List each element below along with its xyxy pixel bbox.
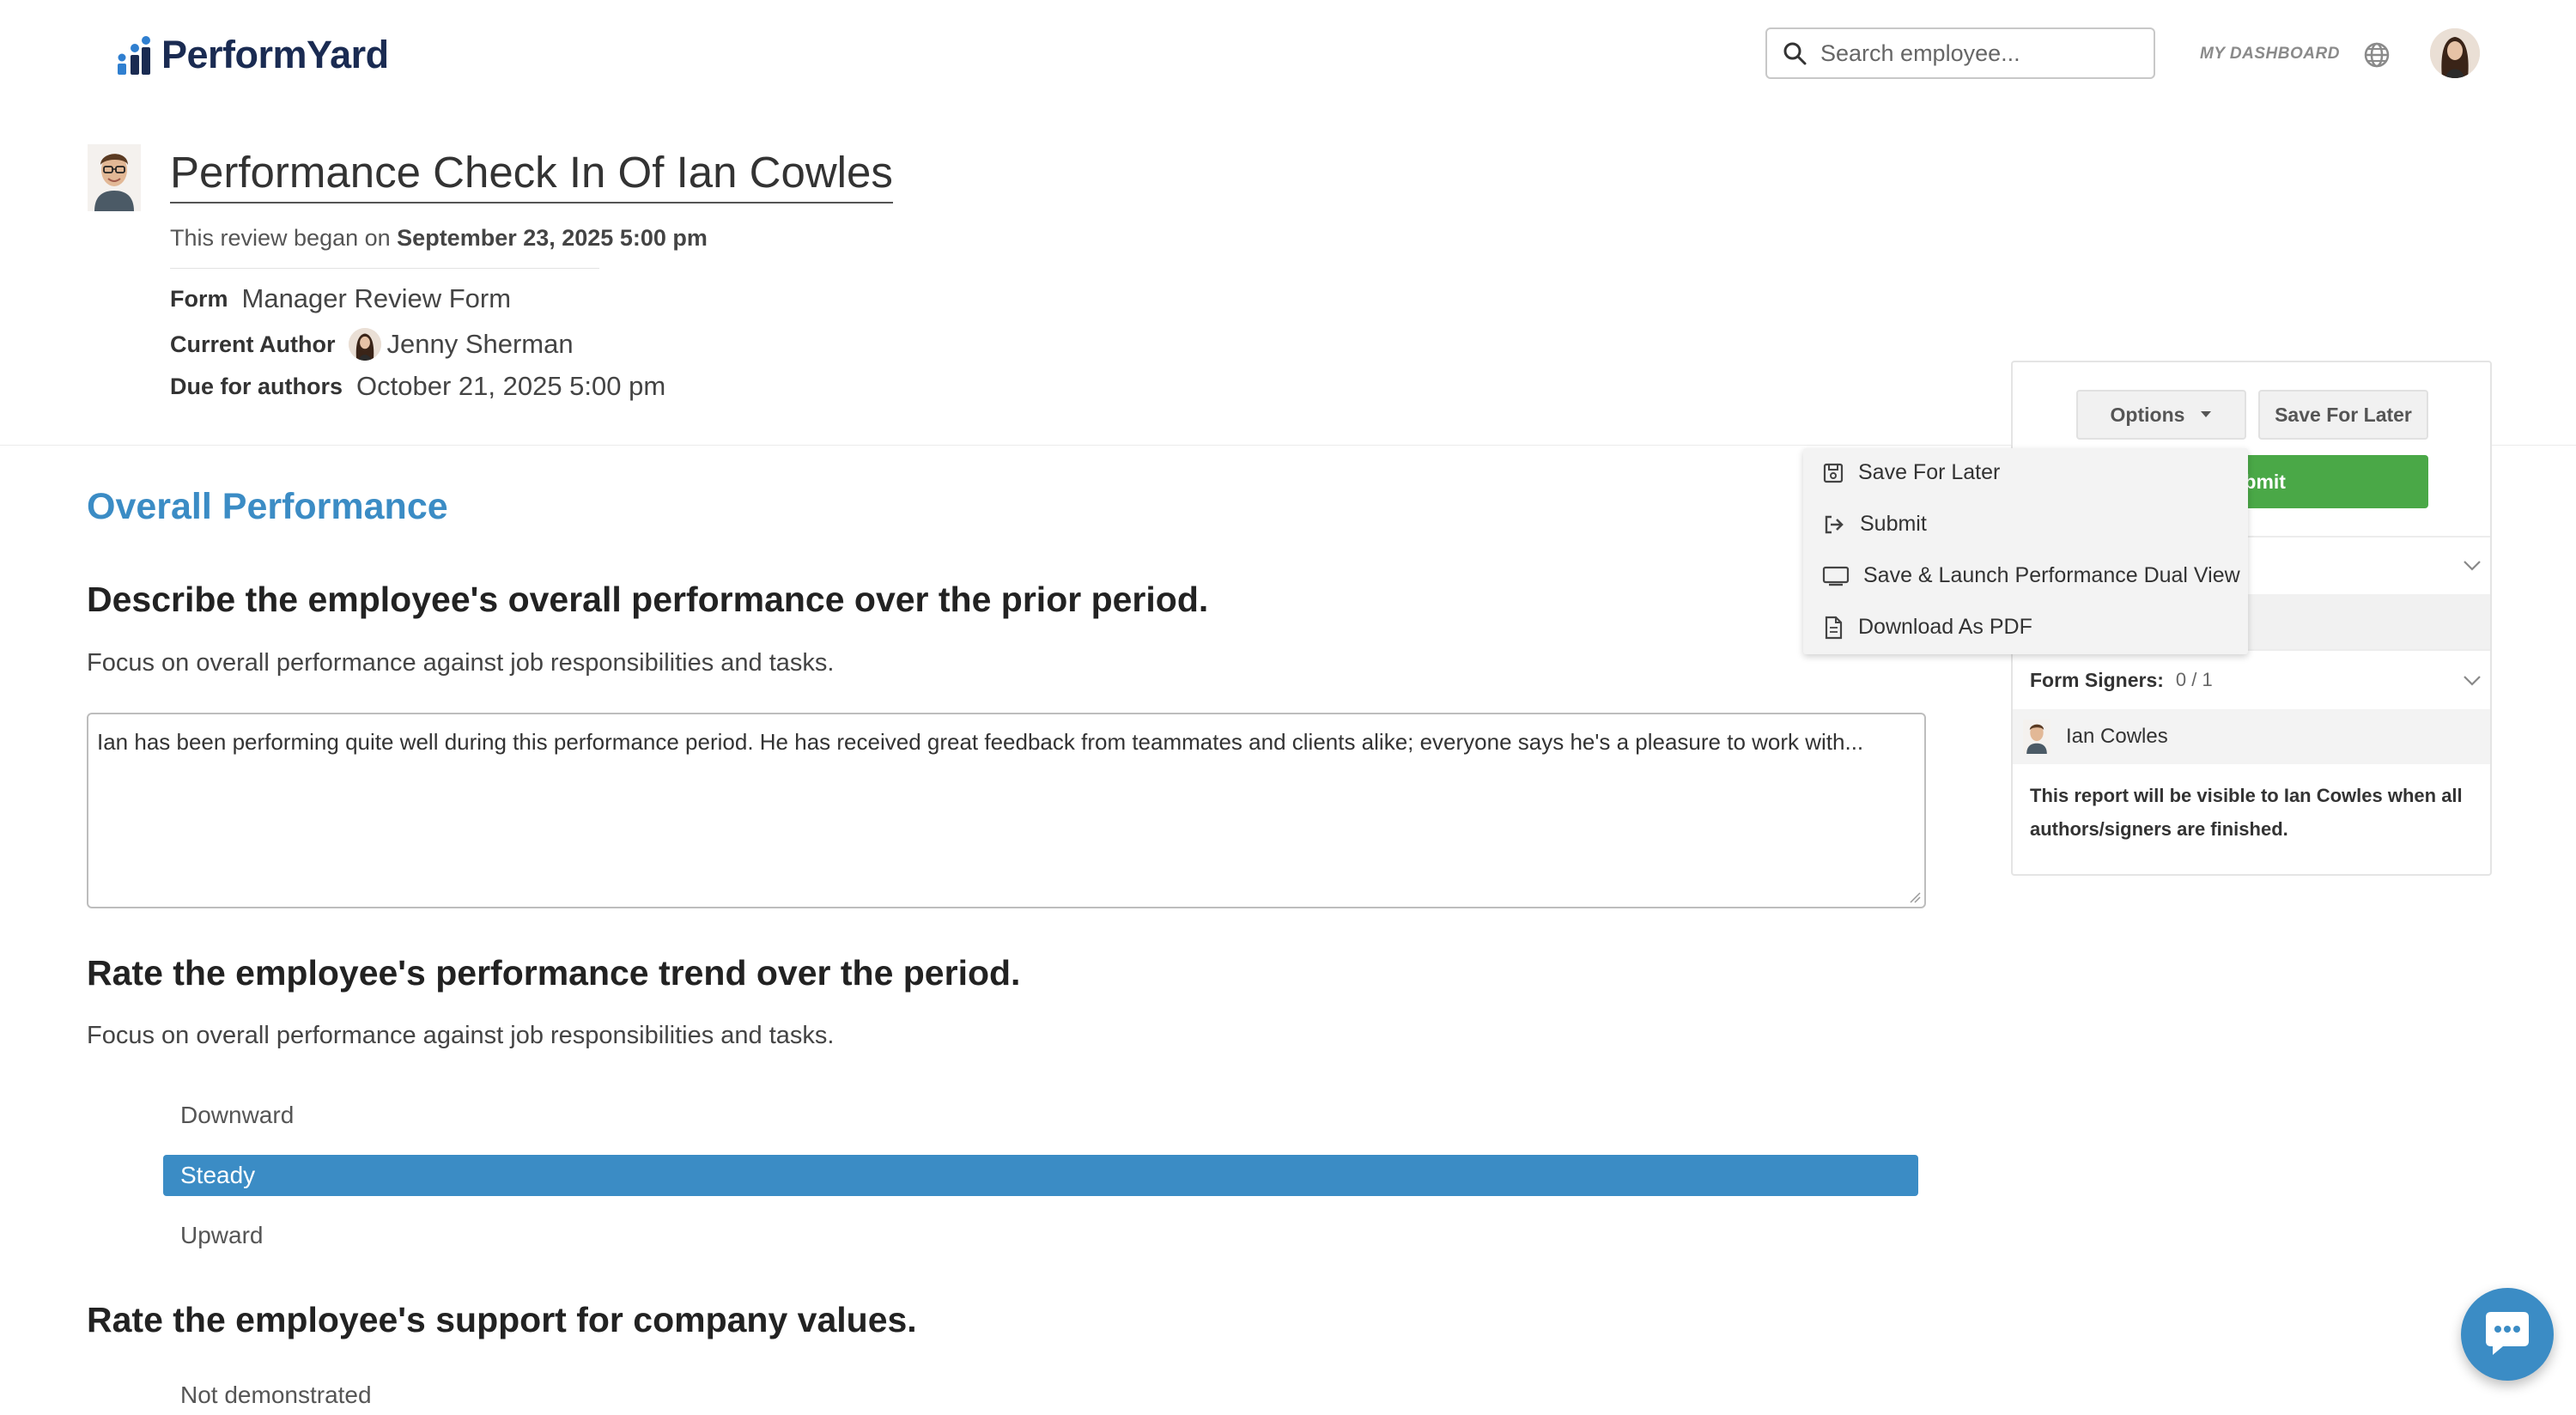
form-signers-count: 0 / 1 bbox=[2175, 669, 2213, 690]
option-downward[interactable]: Downward bbox=[163, 1096, 1918, 1135]
signer-row: Ian Cowles bbox=[2013, 709, 2490, 764]
option-steady[interactable]: Steady bbox=[163, 1155, 1918, 1196]
menu-item-dual-view[interactable]: Save & Launch Performance Dual View bbox=[1822, 563, 2240, 588]
due-value: October 21, 2025 5:00 pm bbox=[356, 371, 666, 401]
sign-out-icon bbox=[1825, 515, 1844, 533]
review-began-date: September 23, 2025 5:00 pm bbox=[397, 225, 708, 251]
signer-avatar bbox=[2023, 720, 2050, 754]
menu-item-label: Submit bbox=[1860, 512, 1927, 536]
visibility-notice: This report will be visible to Ian Cowle… bbox=[2013, 780, 2490, 846]
option-not-demonstrated[interactable]: Not demonstrated bbox=[163, 1376, 1918, 1415]
chat-launcher-button[interactable] bbox=[2461, 1288, 2554, 1381]
current-author-label: Current Author bbox=[170, 331, 336, 357]
user-avatar[interactable] bbox=[2430, 28, 2480, 78]
menu-item-download-pdf[interactable]: Download As PDF bbox=[1822, 615, 2032, 640]
question-1-hint: Focus on overall performance against job… bbox=[87, 649, 835, 677]
form-value: Manager Review Form bbox=[241, 283, 512, 313]
option-upward[interactable]: Upward bbox=[163, 1216, 1918, 1255]
logo-text: PerformYard bbox=[161, 33, 389, 76]
current-author-value: Jenny Sherman bbox=[386, 329, 574, 359]
chevron-down-icon bbox=[2464, 561, 2481, 571]
search-icon bbox=[1783, 42, 1807, 65]
menu-item-submit[interactable]: Submit bbox=[1822, 512, 1927, 537]
author-avatar bbox=[349, 328, 382, 361]
search-input[interactable] bbox=[1819, 39, 2131, 68]
menu-item-save-for-later[interactable]: Save For Later bbox=[1822, 460, 2000, 485]
user-avatar-image bbox=[2430, 28, 2480, 78]
section-title: Overall Performance bbox=[87, 486, 448, 527]
form-row: Form Manager Review Form bbox=[170, 283, 511, 314]
logo-bars-icon bbox=[118, 36, 150, 75]
chat-bubble-icon bbox=[2486, 1312, 2529, 1355]
menu-item-label: Save For Later bbox=[1858, 460, 2001, 484]
review-title: Performance Check In Of Ian Cowles bbox=[170, 148, 893, 203]
review-began-prefix: This review began on bbox=[170, 225, 391, 251]
document-icon bbox=[1825, 616, 1843, 639]
review-began: This review began on September 23, 2025 … bbox=[170, 225, 708, 252]
form-label: Form bbox=[170, 285, 228, 312]
form-signers-header[interactable]: Form Signers: 0 / 1 bbox=[2013, 649, 2490, 709]
monitor-icon bbox=[1822, 566, 1850, 586]
performyard-logo[interactable]: PerformYard bbox=[115, 33, 389, 77]
question-2-hint: Focus on overall performance against job… bbox=[87, 1022, 835, 1049]
form-signers-label: Form Signers: bbox=[2030, 668, 2164, 691]
visibility-notice-text: This report will be visible to Ian Cowle… bbox=[2030, 785, 2463, 840]
menu-item-label: Save & Launch Performance Dual View bbox=[1863, 563, 2240, 587]
question-2-title: Rate the employee's performance trend ov… bbox=[87, 953, 1021, 993]
signer-name: Ian Cowles bbox=[2066, 725, 2168, 748]
employee-avatar bbox=[88, 144, 141, 211]
options-button-label: Options bbox=[2110, 403, 2185, 426]
employee-avatar-image bbox=[88, 144, 141, 211]
options-dropdown-menu: Save For Later Submit Save & Launch Perf… bbox=[1803, 448, 2248, 654]
caret-down-icon bbox=[2201, 411, 2212, 417]
language-globe-button[interactable] bbox=[2363, 41, 2391, 69]
due-label: Due for authors bbox=[170, 373, 343, 399]
due-row: Due for authors October 21, 2025 5:00 pm bbox=[170, 371, 665, 402]
meta-divider bbox=[170, 268, 599, 269]
employee-search[interactable] bbox=[1765, 27, 2155, 79]
options-button[interactable]: Options bbox=[2076, 390, 2246, 440]
my-dashboard-link[interactable]: MY DASHBOARD bbox=[2200, 45, 2340, 64]
resize-grip-icon[interactable] bbox=[1907, 890, 1921, 903]
question-1-answer-text: Ian has been performing quite well durin… bbox=[97, 729, 1864, 755]
menu-item-label: Download As PDF bbox=[1858, 615, 2032, 639]
floppy-disk-icon bbox=[1823, 463, 1844, 483]
question-1-answer[interactable]: Ian has been performing quite well durin… bbox=[87, 713, 1926, 908]
question-3-title: Rate the employee's support for company … bbox=[87, 1300, 917, 1339]
globe-icon bbox=[2364, 42, 2390, 68]
current-author-row: Current Author Jenny Sherman bbox=[170, 328, 574, 361]
chevron-down-icon bbox=[2464, 676, 2481, 686]
question-1-title: Describe the employee's overall performa… bbox=[87, 580, 1209, 619]
save-for-later-button[interactable]: Save For Later bbox=[2258, 390, 2428, 440]
